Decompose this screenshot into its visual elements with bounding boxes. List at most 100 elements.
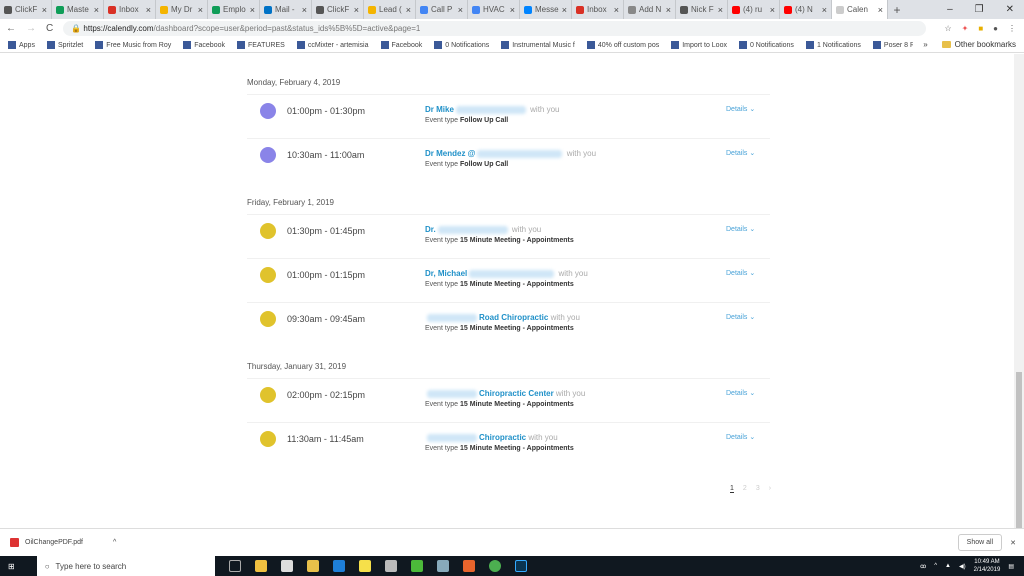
close-tab-icon[interactable]: ×: [198, 5, 203, 15]
download-item[interactable]: OilChangePDF.pdf: [25, 539, 83, 546]
close-tab-icon[interactable]: ×: [354, 5, 359, 15]
edge-icon[interactable]: [332, 560, 345, 572]
taskbar-search[interactable]: ○ Type here to search: [36, 556, 215, 576]
details-toggle[interactable]: Details ⌄: [726, 433, 755, 441]
close-tab-icon[interactable]: ×: [614, 5, 619, 15]
more-bookmarks-icon[interactable]: »: [913, 40, 937, 49]
volume-icon[interactable]: ◀): [959, 563, 966, 570]
minimize-button[interactable]: –: [947, 4, 953, 15]
browser-tab[interactable]: ClickF ×: [312, 0, 364, 19]
page-link[interactable]: 2: [743, 485, 747, 493]
bookmark[interactable]: 1 Notifications: [805, 40, 861, 49]
browser-tab[interactable]: Inbox ×: [572, 0, 624, 19]
browser-tab[interactable]: ClickF ×: [0, 0, 52, 19]
other-bookmarks[interactable]: Other bookmarks: [938, 40, 1024, 49]
browser-tab[interactable]: Lead (×: [364, 0, 416, 19]
details-toggle[interactable]: Details ⌄: [726, 269, 755, 277]
browser-tab[interactable]: Emplo ×: [208, 0, 260, 19]
calculator-icon[interactable]: [384, 560, 397, 572]
browser-tab[interactable]: Calen ×: [832, 0, 888, 19]
chevron-up-icon[interactable]: ^: [113, 539, 116, 546]
store-icon[interactable]: [254, 560, 267, 572]
camtasia-icon[interactable]: [410, 560, 423, 572]
bookmark[interactable]: Facebook: [183, 40, 225, 49]
invitee-name[interactable]: Chiropractic with you: [425, 433, 558, 442]
windows-start-icon[interactable]: ⊞: [8, 562, 15, 571]
browser-tab[interactable]: Add N ×: [624, 0, 676, 19]
details-toggle[interactable]: Details ⌄: [726, 105, 755, 113]
app-icon[interactable]: [436, 560, 449, 572]
invitee-name[interactable]: Dr Mike with you: [425, 105, 560, 114]
bookmark[interactable]: FEATURES: [236, 40, 285, 49]
close-tab-icon[interactable]: ×: [94, 5, 99, 15]
people-icon[interactable]: ꝏ: [920, 563, 926, 570]
browser-tab[interactable]: Inbox ×: [104, 0, 156, 19]
details-toggle[interactable]: Details ⌄: [726, 225, 755, 233]
close-icon[interactable]: ✕: [1010, 539, 1016, 547]
details-toggle[interactable]: Details ⌄: [726, 149, 755, 157]
invitee-name[interactable]: Dr Mendez @ with you: [425, 149, 596, 158]
browser-tab[interactable]: Call P ×: [416, 0, 468, 19]
close-tab-icon[interactable]: ×: [406, 5, 411, 15]
close-tab-icon[interactable]: ×: [458, 5, 463, 15]
bookmark[interactable]: 40% off custom pos: [586, 40, 659, 49]
menu-icon[interactable]: ⋮: [1008, 24, 1016, 33]
file-explorer-icon[interactable]: [306, 560, 319, 572]
new-tab-button[interactable]: +: [888, 3, 906, 17]
invitee-name[interactable]: Dr. with you: [425, 225, 541, 234]
close-tab-icon[interactable]: ×: [770, 5, 775, 15]
invitee-name[interactable]: Chiropractic Center with you: [425, 389, 585, 398]
close-tab-icon[interactable]: ×: [42, 5, 47, 15]
network-icon[interactable]: ▲: [945, 563, 951, 569]
notifications-icon[interactable]: ▤: [1008, 563, 1014, 570]
close-tab-icon[interactable]: ×: [510, 5, 515, 15]
bookmark[interactable]: 0 Notifications: [434, 40, 489, 49]
invitee-name[interactable]: Dr, Michael with you: [425, 269, 588, 278]
close-window-button[interactable]: ✕: [1006, 4, 1014, 15]
close-tab-icon[interactable]: ×: [666, 5, 671, 15]
sticky-notes-icon[interactable]: [358, 560, 371, 572]
close-tab-icon[interactable]: ×: [878, 5, 883, 15]
extension-icon[interactable]: ✦: [962, 24, 969, 33]
back-icon[interactable]: ←: [6, 23, 16, 34]
browser-tab[interactable]: My Dr ×: [156, 0, 208, 19]
bookmark[interactable]: Spritzlet: [46, 40, 83, 49]
invitee-name[interactable]: Road Chiropractic with you: [425, 313, 580, 322]
close-tab-icon[interactable]: ×: [562, 5, 567, 15]
chevron-up-icon[interactable]: ^: [934, 563, 937, 569]
browser-tab[interactable]: Mail - ×: [260, 0, 312, 19]
chrome-icon[interactable]: [488, 560, 501, 572]
reload-icon[interactable]: C: [46, 23, 53, 34]
star-icon[interactable]: ☆: [944, 24, 951, 33]
close-tab-icon[interactable]: ×: [718, 5, 723, 15]
close-tab-icon[interactable]: ×: [302, 5, 307, 15]
bookmark[interactable]: Import to Loox: [671, 40, 727, 49]
scrollbar[interactable]: [1014, 54, 1024, 572]
restore-button[interactable]: ❐: [975, 4, 984, 15]
url-input[interactable]: 🔒 https://calendly.com/dashboard?scope=u…: [63, 20, 927, 36]
avatar[interactable]: ●: [993, 24, 998, 33]
bookmark[interactable]: Poser 8 Revealed: Dr: [872, 40, 913, 49]
bookmark[interactable]: ccMixter - artemisia: [296, 40, 369, 49]
close-tab-icon[interactable]: ×: [250, 5, 255, 15]
bookmark[interactable]: Free Music from Roy: [95, 40, 171, 49]
browser-tab[interactable]: (4) N ×: [780, 0, 832, 19]
app-icon[interactable]: [462, 560, 475, 572]
task-view-icon[interactable]: [228, 560, 241, 572]
browser-tab[interactable]: Messe ×: [520, 0, 572, 19]
browser-tab[interactable]: HVAC ×: [468, 0, 520, 19]
page-link[interactable]: 3: [756, 485, 760, 493]
bookmark[interactable]: 0 Notifications: [738, 40, 794, 49]
close-tab-icon[interactable]: ×: [822, 5, 827, 15]
browser-tab[interactable]: Maste ×: [52, 0, 104, 19]
bookmark[interactable]: Instrumental Music f: [501, 40, 575, 49]
clock[interactable]: 10:49 AM 2/14/2019: [974, 558, 1001, 574]
photoshop-icon[interactable]: [514, 560, 527, 572]
bookmark[interactable]: Facebook: [380, 40, 422, 49]
page-link[interactable]: 1: [730, 485, 734, 493]
details-toggle[interactable]: Details ⌄: [726, 389, 755, 397]
extension-icon[interactable]: ■: [978, 24, 983, 33]
details-toggle[interactable]: Details ⌄: [726, 313, 755, 321]
browser-tab[interactable]: Nick F ×: [676, 0, 728, 19]
page-link[interactable]: ›: [769, 485, 771, 493]
